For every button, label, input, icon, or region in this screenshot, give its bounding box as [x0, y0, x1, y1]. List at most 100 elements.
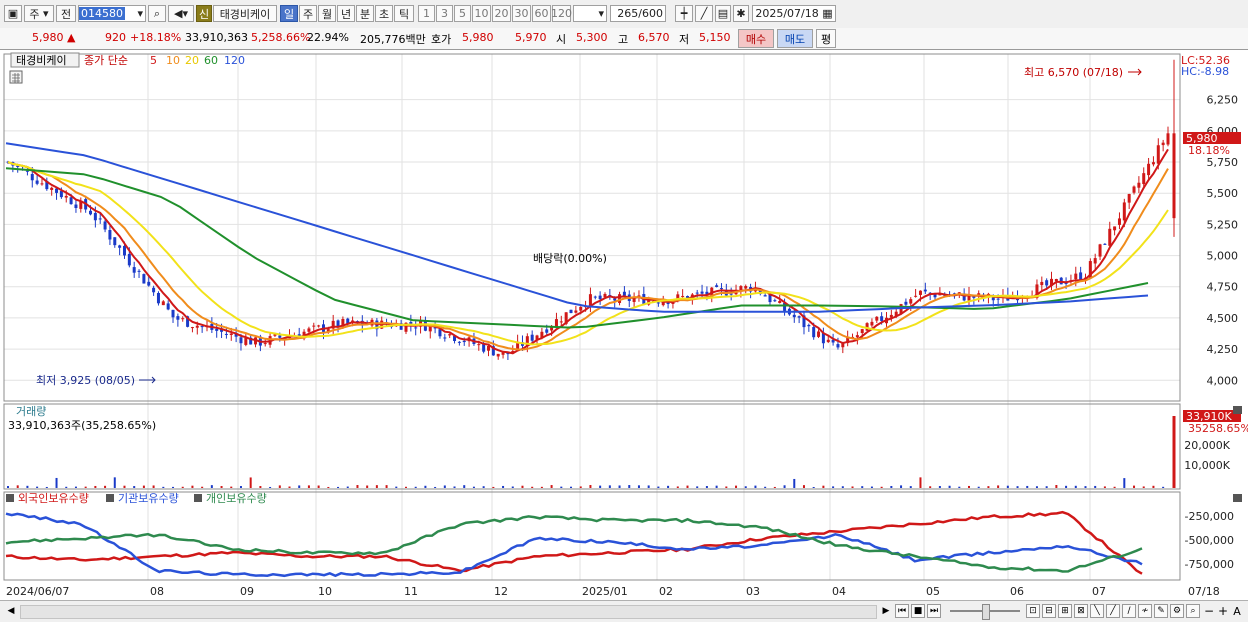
volume-bar: [870, 486, 873, 488]
volume-bar: [1103, 486, 1106, 488]
sell-button[interactable]: 매도: [777, 29, 813, 48]
holdings-collapse-icon[interactable]: [1233, 494, 1242, 502]
interval-120-label: 120: [551, 7, 572, 20]
volume-bar: [472, 486, 475, 488]
candle-body: [715, 285, 719, 287]
line-tool-icon[interactable]: ╲: [1090, 604, 1104, 618]
holdings-tick-label: -500,000: [1185, 534, 1234, 547]
chart-tool-icon[interactable]: ⊡: [1026, 604, 1040, 618]
interval-10[interactable]: 10: [472, 5, 491, 22]
stock-name[interactable]: 태경비케이: [213, 5, 277, 22]
chart-tool-icon[interactable]: ⊟: [1042, 604, 1056, 618]
last-icon[interactable]: ⏭: [927, 604, 941, 618]
interval-5[interactable]: 5: [454, 5, 471, 22]
line-tool-icon[interactable]: ∕: [1122, 604, 1136, 618]
candle-body: [598, 295, 602, 300]
volume-bar: [676, 486, 679, 488]
volume-bar: [647, 485, 650, 488]
volume-bar: [395, 486, 398, 488]
period-select[interactable]: 주 ▾: [24, 5, 54, 22]
stock-chart[interactable]: 4,000 4,250 4,500 4,750 5,000 5,250 5,500 5,750…: [0, 50, 1248, 600]
chart-tool-icon[interactable]: ⊞: [1058, 604, 1072, 618]
candle-body: [161, 301, 165, 306]
candle-body: [860, 329, 864, 333]
candle-body: [1098, 244, 1102, 257]
settings-icon[interactable]: ✎: [1154, 604, 1168, 618]
tab-second[interactable]: 초: [375, 5, 393, 22]
buy-button[interactable]: 매수: [738, 29, 774, 48]
candle-body: [30, 174, 34, 181]
interval-custom-select[interactable]: ▾: [573, 5, 607, 22]
scroll-left-icon[interactable]: ◀: [4, 604, 18, 618]
volume-bar: [492, 486, 495, 488]
line-tool-icon[interactable]: ≁: [1138, 604, 1152, 618]
tab-year[interactable]: 년: [337, 5, 355, 22]
volume-bar: [298, 485, 301, 488]
interval-30[interactable]: 30: [512, 5, 531, 22]
volume-bar: [74, 486, 77, 488]
interval-1[interactable]: 1: [418, 5, 435, 22]
scrollbar-track[interactable]: [20, 605, 877, 619]
tab-month[interactable]: 월: [318, 5, 336, 22]
holdings-menu-icon[interactable]: [6, 494, 14, 502]
volume-bar: [1123, 478, 1126, 488]
tab-day-label: 일: [283, 7, 295, 21]
prev-button[interactable]: 전: [56, 5, 76, 22]
candle-body: [244, 337, 248, 345]
candle-body: [113, 237, 117, 246]
legend-title: 종가 단순: [84, 54, 128, 67]
quote-volume: 33,910,363: [185, 31, 248, 44]
chart-tool-icon[interactable]: ⊠: [1074, 604, 1088, 618]
volume-collapse-icon[interactable]: [1233, 406, 1242, 414]
tab-week[interactable]: 주: [299, 5, 317, 22]
holdings-axis-ticks: -250,000 -500,000 -750,000: [1185, 510, 1234, 571]
candle-body: [1137, 182, 1141, 188]
candle-body: [918, 290, 922, 295]
interval-20[interactable]: 20: [492, 5, 511, 22]
interval-60[interactable]: 60: [532, 5, 551, 22]
settings-icon[interactable]: ⚙: [1170, 604, 1184, 618]
new-badge: 신: [196, 5, 212, 22]
volume-bar: [773, 486, 776, 488]
avg-button[interactable]: 평: [816, 29, 836, 48]
code-input[interactable]: 014580 ▾: [78, 5, 146, 22]
line-tool-icon[interactable]: ╱: [1106, 604, 1120, 618]
search-icon[interactable]: ⌕: [1186, 604, 1200, 618]
interval-3[interactable]: 3: [436, 5, 453, 22]
tab-tick[interactable]: 틱: [394, 5, 414, 22]
first-icon[interactable]: ⏮: [895, 604, 909, 618]
gear-icon[interactable]: ✱: [733, 5, 749, 22]
candle-body: [744, 286, 748, 289]
price-tick-label: 4,250: [1207, 343, 1239, 356]
x-tick-label: 04: [832, 585, 846, 598]
font-size-icon[interactable]: A: [1230, 604, 1244, 618]
candle-body: [457, 341, 461, 343]
scroll-right-icon[interactable]: ▶: [879, 604, 893, 618]
chart-settings-icon[interactable]: ▣: [4, 5, 22, 22]
tab-day[interactable]: 일: [280, 5, 298, 22]
search-icon[interactable]: ⌕: [148, 5, 166, 22]
count-input[interactable]: 265/600: [610, 5, 666, 22]
volume-bar: [346, 486, 349, 488]
volume-value-label: 33,910,363주(35,258.65%): [8, 419, 156, 432]
volume-bar: [45, 486, 48, 488]
date-input[interactable]: 2025/07/18 ▦: [752, 5, 836, 22]
candle-body: [996, 298, 1000, 300]
tab-minute[interactable]: 분: [356, 5, 374, 22]
interval-120[interactable]: 120: [551, 5, 572, 22]
volume-bar: [628, 485, 631, 488]
zoom-in-icon[interactable]: +: [1216, 604, 1230, 618]
save-icon[interactable]: ▤: [715, 5, 731, 22]
candle-body: [1074, 273, 1078, 280]
candle-body: [817, 331, 821, 337]
chart-type-icon[interactable]: ╱: [695, 5, 713, 22]
stop-icon[interactable]: ■: [911, 604, 925, 618]
zoom-out-icon[interactable]: −: [1202, 604, 1216, 618]
speaker-icon[interactable]: ◀▾: [168, 5, 194, 22]
candle-icon[interactable]: ┿: [675, 5, 693, 22]
volume-bar: [152, 485, 155, 488]
hoga-label: 호가: [431, 33, 452, 46]
chevron-down-icon: ▾: [137, 7, 143, 20]
zoom-slider-thumb[interactable]: [982, 604, 990, 620]
candle-body: [239, 337, 243, 344]
